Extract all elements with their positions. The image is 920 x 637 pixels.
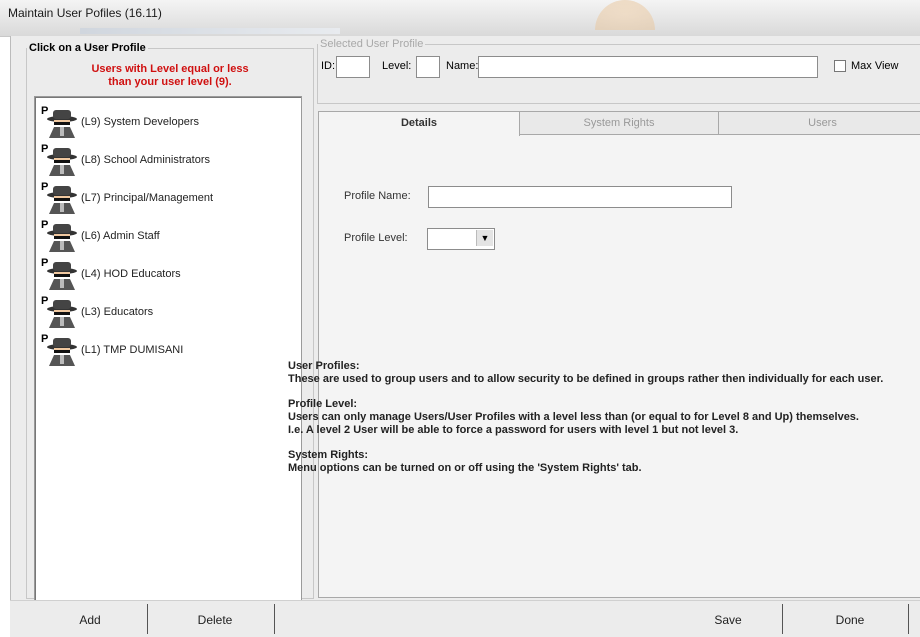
max-view-checkbox[interactable] xyxy=(834,60,846,72)
add-button[interactable]: Add xyxy=(40,607,140,633)
profile-item[interactable]: P (L8) School Administrators xyxy=(41,143,291,179)
help-user-profiles: User Profiles: These are used to group u… xyxy=(288,360,898,386)
profile-label: (L4) HOD Educators xyxy=(81,268,181,280)
button-bar: Add Delete Save Done xyxy=(10,600,920,637)
profile-label: (L8) School Administrators xyxy=(81,154,210,166)
main-window: Click on a User Profile Users with Level… xyxy=(10,36,920,636)
help-system-rights-text: Menu options can be turned on or off usi… xyxy=(288,462,642,474)
title-decoration xyxy=(595,0,655,30)
chevron-down-icon[interactable]: ▼ xyxy=(476,230,493,246)
profile-list[interactable]: P (L9) System Developers P (L8) School A… xyxy=(34,96,302,603)
profile-item[interactable]: P (L9) System Developers xyxy=(41,105,291,141)
level-label: Level: xyxy=(382,60,412,72)
help-user-profiles-text: These are used to group users and to all… xyxy=(288,373,884,385)
spy-user-icon xyxy=(47,300,77,328)
divider xyxy=(274,604,275,634)
tab-users[interactable]: Users xyxy=(718,111,920,134)
level-hint-line2: than your user level (9). xyxy=(108,76,232,88)
level-field[interactable] xyxy=(416,56,440,78)
window-title: Maintain User Pofiles (16.11) xyxy=(8,6,162,20)
max-view-label: Max View xyxy=(851,60,899,72)
selected-profile-group: Selected User Profile ID: Level: Name: M… xyxy=(317,38,920,104)
name-label: Name: xyxy=(446,60,479,72)
profile-item[interactable]: P (L3) Educators xyxy=(41,295,291,331)
title-bar: Maintain User Pofiles (16.11) xyxy=(0,0,920,37)
help-text: User Profiles: These are used to group u… xyxy=(288,360,898,487)
profile-item[interactable]: P (L1) TMP DUMISANI xyxy=(41,333,291,369)
done-button[interactable]: Done xyxy=(800,607,900,633)
name-field[interactable] xyxy=(478,56,818,78)
level-hint-line1: Users with Level equal or less xyxy=(91,63,249,75)
profile-name-field[interactable] xyxy=(428,186,732,208)
divider xyxy=(147,604,148,634)
delete-button[interactable]: Delete xyxy=(160,607,270,633)
level-hint: Users with Level equal or less than your… xyxy=(27,63,313,89)
divider xyxy=(908,604,909,634)
profile-level-select[interactable]: ▼ xyxy=(427,228,495,250)
save-button[interactable]: Save xyxy=(678,607,778,633)
help-profile-level-heading: Profile Level: xyxy=(288,398,358,410)
tab-system-rights[interactable]: System Rights xyxy=(518,111,720,134)
profile-list-group: Click on a User Profile Users with Level… xyxy=(26,42,314,603)
profile-name-label: Profile Name: xyxy=(344,190,411,202)
spy-user-icon xyxy=(47,262,77,290)
tab-strip: Details System Rights Users xyxy=(318,111,920,136)
help-profile-level-text: Users can only manage Users/User Profile… xyxy=(288,411,859,423)
help-user-profiles-heading: User Profiles: xyxy=(288,360,360,372)
help-profile-level-example: I.e. A level 2 User will be able to forc… xyxy=(288,424,739,436)
profile-label: (L9) System Developers xyxy=(81,116,199,128)
tab-details[interactable]: Details xyxy=(318,111,520,136)
help-system-rights: System Rights: Menu options can be turne… xyxy=(288,449,898,475)
title-band xyxy=(80,28,340,34)
profile-label: (L1) TMP DUMISANI xyxy=(81,344,184,356)
spy-user-icon xyxy=(47,110,77,138)
profile-list-title: Click on a User Profile xyxy=(29,42,146,54)
profile-level-label: Profile Level: xyxy=(344,232,408,244)
profile-item[interactable]: P (L4) HOD Educators xyxy=(41,257,291,293)
spy-user-icon xyxy=(47,186,77,214)
profile-label: (L3) Educators xyxy=(81,306,154,318)
id-field[interactable] xyxy=(336,56,370,78)
profile-label: (L7) Principal/Management xyxy=(81,192,214,204)
spy-user-icon xyxy=(47,338,77,366)
selected-profile-title: Selected User Profile xyxy=(320,38,424,50)
spy-user-icon xyxy=(47,148,77,176)
profile-item[interactable]: P (L7) Principal/Management xyxy=(41,181,291,217)
spy-user-icon xyxy=(47,224,77,252)
help-system-rights-heading: System Rights: xyxy=(288,449,369,461)
profile-label: (L6) Admin Staff xyxy=(81,230,160,242)
id-label: ID: xyxy=(321,60,336,72)
profile-item[interactable]: P (L6) Admin Staff xyxy=(41,219,291,255)
help-profile-level: Profile Level: Users can only manage Use… xyxy=(288,398,898,437)
divider xyxy=(782,604,783,634)
